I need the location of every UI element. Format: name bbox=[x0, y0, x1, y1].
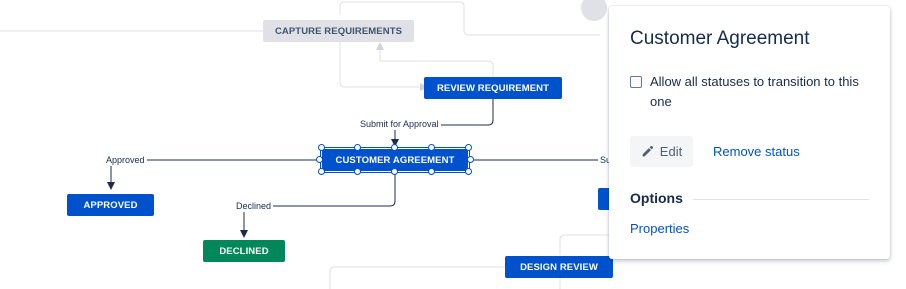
connection-handle[interactable] bbox=[318, 144, 325, 151]
transition-label-approved[interactable]: Approved bbox=[104, 155, 147, 166]
connection-handle[interactable] bbox=[465, 144, 472, 151]
connector-faint-review-to-capture bbox=[376, 42, 494, 78]
connection-handle[interactable] bbox=[428, 144, 435, 151]
edit-button-label: Edit bbox=[659, 144, 683, 159]
connector-faint-capture-to-review bbox=[339, 42, 428, 91]
connection-handle[interactable] bbox=[465, 168, 472, 175]
connection-handle[interactable] bbox=[391, 168, 398, 175]
edit-button[interactable]: Edit bbox=[630, 136, 693, 167]
status-declined[interactable]: DECLINED bbox=[203, 240, 285, 262]
remove-status-link[interactable]: Remove status bbox=[713, 144, 800, 159]
allow-all-checkbox[interactable] bbox=[630, 76, 642, 88]
status-approved[interactable]: APPROVED bbox=[67, 194, 154, 216]
status-properties-panel: Customer Agreement Allow all statuses to… bbox=[609, 6, 890, 259]
start-node bbox=[581, 0, 607, 21]
status-review-requirement[interactable]: REVIEW REQUIREMENT bbox=[424, 77, 562, 99]
connection-handle[interactable] bbox=[467, 156, 474, 163]
status-capture-requirements[interactable]: CAPTURE REQUIREMENTS bbox=[263, 20, 414, 42]
transition-label-submit-for-approval[interactable]: Submit for Approval bbox=[358, 119, 441, 130]
connector-faint-to-design-review bbox=[559, 234, 609, 255]
options-divider bbox=[693, 199, 869, 200]
pencil-icon bbox=[641, 145, 654, 158]
connection-handle[interactable] bbox=[318, 168, 325, 175]
connector-faint-bottom-left bbox=[329, 266, 505, 289]
connection-handle[interactable] bbox=[428, 168, 435, 175]
properties-link[interactable]: Properties bbox=[630, 221, 689, 236]
allow-all-label[interactable]: Allow all statuses to transition to this… bbox=[650, 72, 875, 112]
options-heading: Options bbox=[630, 190, 683, 206]
connection-handle[interactable] bbox=[391, 144, 398, 151]
transition-label-declined[interactable]: Declined bbox=[234, 201, 274, 212]
status-design-review[interactable]: DESIGN REVIEW bbox=[505, 256, 613, 278]
connection-handle[interactable] bbox=[354, 168, 361, 175]
connection-handle[interactable] bbox=[316, 156, 323, 163]
connection-handle[interactable] bbox=[354, 144, 361, 151]
panel-title: Customer Agreement bbox=[630, 28, 810, 49]
